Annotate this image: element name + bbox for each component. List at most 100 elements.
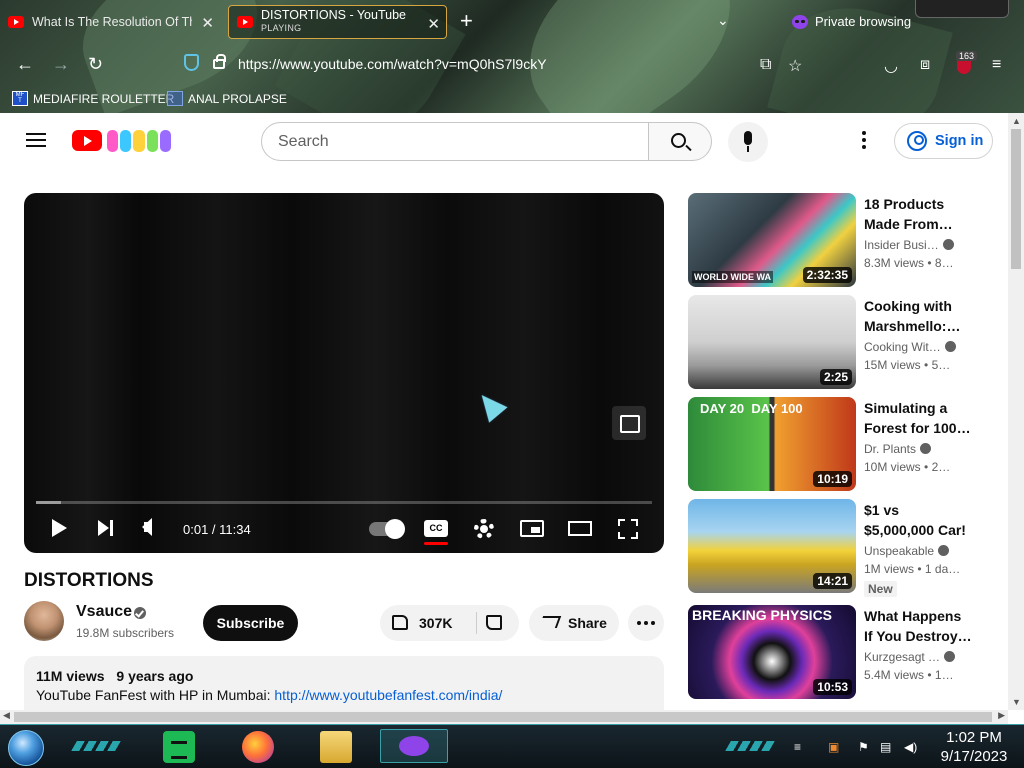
video-duration: 10:19: [813, 471, 852, 487]
video-thumbnail[interactable]: DAY 20 DAY 100 10:19: [688, 397, 856, 491]
settings-kebab-icon[interactable]: [862, 131, 868, 151]
subscribe-button[interactable]: Subscribe: [203, 605, 298, 641]
recommendation-age: • 8…: [927, 256, 954, 270]
back-arrow-icon[interactable]: ←: [16, 54, 34, 74]
tab-distortions[interactable]: DISTORTIONS - YouTube PLAYING ✕: [228, 5, 447, 39]
spotify-icon[interactable]: [163, 731, 195, 763]
close-tab-icon[interactable]: ✕: [201, 14, 214, 32]
horizontal-scroll-thumb[interactable]: [14, 712, 992, 722]
new-badge: New: [864, 581, 897, 597]
windows-taskbar: ≡ ▣ ⚑ ▤ ◀) 1:02 PM 9/17/2023: [0, 724, 1024, 768]
extensions-puzzle-icon[interactable]: ⧈: [920, 56, 930, 74]
recommendation-card[interactable]: 14:21 $1 vs $5,000,000 Car! Unspeakable 1…: [688, 499, 988, 603]
start-orb-icon[interactable]: [8, 730, 44, 766]
horizontal-scrollbar[interactable]: ◀ ▶: [0, 710, 1008, 724]
youtube-doodle-logo[interactable]: [106, 130, 172, 152]
tab-playing-label: PLAYING: [261, 23, 302, 33]
network-icon[interactable]: ▤: [880, 740, 891, 754]
thumbnail-caption: DAY 20 DAY 100: [700, 401, 803, 416]
voice-search-mic-icon[interactable]: [728, 122, 768, 162]
captions-button[interactable]: CC: [424, 520, 448, 537]
system-clock[interactable]: 1:02 PM 9/17/2023: [934, 728, 1014, 766]
action-center-flag-icon[interactable]: ⚑: [858, 740, 869, 754]
private-mask-icon: [792, 14, 808, 29]
video-player[interactable]: 0:01 / 11:34 CC: [24, 193, 664, 553]
youtube-favicon-icon: [237, 16, 253, 28]
tab-resolution[interactable]: What Is The Resolution Of The ✕: [8, 5, 220, 39]
sign-in-button[interactable]: Sign in: [894, 123, 993, 159]
close-tab-icon[interactable]: ✕: [427, 15, 440, 33]
bookmark-mediafire[interactable]: MF T MEDIAFIRE ROULETTER: [12, 91, 174, 106]
settings-gear-icon[interactable]: [474, 519, 494, 539]
forward-arrow-icon[interactable]: →: [52, 54, 70, 74]
dislike-thumb-icon[interactable]: [486, 615, 502, 630]
firefox-icon[interactable]: [242, 731, 274, 763]
scroll-down-arrow-icon[interactable]: ▼: [1012, 697, 1021, 707]
recommendation-card[interactable]: BREAKING PHYSICS 10:53 What Happens If Yo…: [688, 605, 988, 701]
recommendation-channel-name: Insider Busi…: [864, 238, 939, 252]
vertical-scroll-thumb[interactable]: [1011, 129, 1021, 269]
recommendation-stats: 5.4M views • 1…: [864, 668, 954, 682]
description-link[interactable]: http://www.youtubefanfest.com/india/: [274, 687, 502, 703]
recommendation-card[interactable]: 2:25 Cooking with Marshmello:… Cooking Wi…: [688, 295, 988, 391]
miniplayer-icon[interactable]: [520, 520, 544, 537]
video-thumbnail[interactable]: BREAKING PHYSICS 10:53: [688, 605, 856, 699]
scroll-up-arrow-icon[interactable]: ▲: [1012, 116, 1021, 126]
show-hidden-icons[interactable]: ≡: [794, 740, 801, 754]
volume-tray-icon[interactable]: ◀): [904, 740, 917, 754]
private-browser-taskbar-icon[interactable]: [380, 729, 448, 763]
share-button[interactable]: Share: [529, 605, 619, 641]
verified-check-icon: [920, 443, 932, 454]
recommendation-stats: 8.3M views • 8…: [864, 256, 954, 270]
recommendation-views: 15M views: [864, 358, 921, 372]
video-progress-bar[interactable]: [36, 501, 652, 504]
description-box[interactable]: 11M views 9 years ago YouTube FanFest wi…: [24, 656, 664, 710]
sign-in-label: Sign in: [935, 133, 984, 149]
tray-app-icon[interactable]: ▣: [828, 740, 839, 754]
autoplay-toggle[interactable]: [369, 519, 405, 539]
search-input[interactable]: Search: [261, 122, 649, 161]
video-duration: 2:25: [819, 369, 852, 385]
new-tab-button[interactable]: +: [460, 10, 473, 32]
guide-menu-icon[interactable]: [26, 133, 46, 147]
recommendation-card[interactable]: DAY 20 DAY 100 10:19 Simulating a Forest …: [688, 397, 988, 493]
scroll-right-arrow-icon[interactable]: ▶: [998, 710, 1005, 721]
tracking-protection-shield-icon[interactable]: [184, 54, 199, 71]
youtube-logo-icon[interactable]: [72, 130, 102, 151]
account-circle-icon: [907, 131, 927, 151]
like-count[interactable]: 307K: [419, 615, 452, 631]
more-actions-button[interactable]: [628, 605, 664, 641]
video-thumbnail[interactable]: 2:25: [688, 295, 856, 389]
pocket-icon[interactable]: ◡: [884, 56, 898, 76]
browser-chrome: What Is The Resolution Of The ✕ DISTORTI…: [0, 0, 1024, 113]
fullscreen-icon[interactable]: [618, 519, 638, 539]
address-bar[interactable]: https://www.youtube.com/watch?v=mQ0hS7l9…: [238, 56, 547, 72]
recommendation-channel: Insider Busi…: [864, 238, 954, 252]
channel-name[interactable]: Vsauce: [76, 603, 132, 621]
mediafire-bookmark-icon: MF T: [12, 91, 28, 106]
bookmark-star-icon[interactable]: ☆: [788, 56, 802, 76]
next-video-icon[interactable]: [98, 520, 114, 536]
menu-hamburger-icon[interactable]: ≡: [992, 56, 1001, 74]
play-icon[interactable]: [52, 519, 67, 537]
volume-icon[interactable]: [142, 518, 152, 536]
mouse-cursor-icon: [472, 387, 508, 423]
like-thumb-icon[interactable]: [392, 615, 408, 630]
list-tabs-chevron-icon[interactable]: ⌄: [717, 12, 729, 29]
channel-avatar[interactable]: [24, 601, 64, 641]
picture-in-picture-icon[interactable]: ⧉: [760, 56, 771, 74]
youtube-masthead: Search Sign in: [0, 113, 1008, 169]
scroll-left-arrow-icon[interactable]: ◀: [3, 710, 10, 721]
theater-mode-icon[interactable]: [568, 521, 592, 536]
bookmark-second[interactable]: ANAL PROLAPSE: [167, 91, 287, 106]
bookmark-label: ANAL PROLAPSE: [188, 91, 287, 106]
recommendation-card[interactable]: WORLD WIDE WA 2:32:35 18 Products Made Fr…: [688, 193, 988, 289]
file-explorer-icon[interactable]: [320, 731, 352, 763]
video-thumbnail[interactable]: 14:21: [688, 499, 856, 593]
search-button[interactable]: [648, 122, 712, 161]
reload-icon[interactable]: ↻: [88, 54, 103, 74]
vertical-scrollbar[interactable]: ▲ ▼: [1008, 113, 1024, 710]
lock-icon[interactable]: [213, 54, 226, 69]
miniplayer-overlay-icon[interactable]: [612, 406, 646, 440]
video-thumbnail[interactable]: WORLD WIDE WA 2:32:35: [688, 193, 856, 287]
